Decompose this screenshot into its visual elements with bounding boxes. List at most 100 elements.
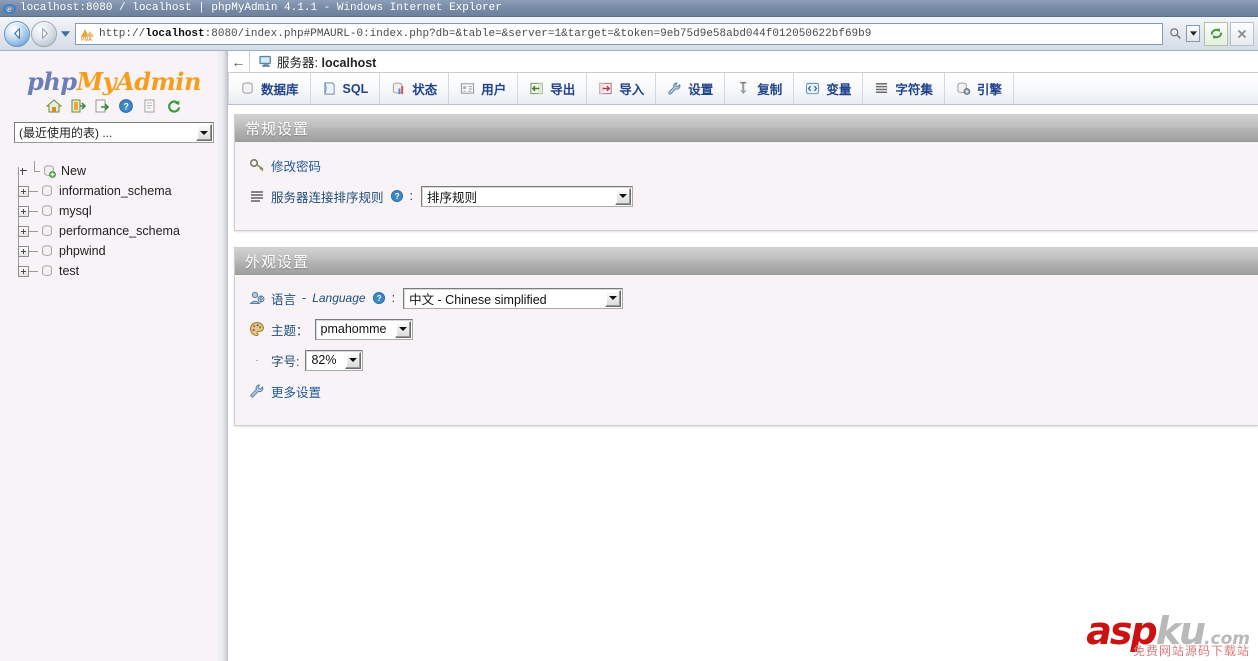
site-watermark: aspku.com 免费网站源码下载站 (1086, 612, 1250, 657)
expand-plus-icon[interactable] (18, 185, 29, 197)
tab-label: 变量 (826, 83, 852, 97)
tab-import[interactable]: 导入 (587, 73, 657, 104)
bullet-marker: · (255, 354, 259, 366)
breadcrumb-text: 服务器: localhost (277, 52, 376, 71)
address-bar[interactable]: PMA http://localhost:8080/index.php#PMAU… (75, 22, 1163, 45)
tab-charsets[interactable]: 字符集 (863, 73, 945, 104)
chevron-down-icon[interactable] (345, 351, 362, 369)
wrench-icon (249, 383, 265, 399)
panel-appearance-settings: 外观设置 语言 - Language ?: 中文 - Chinese simp… (234, 247, 1258, 426)
panel-header: 外观设置 (235, 248, 1258, 275)
new-database-icon (42, 164, 56, 178)
back-button[interactable] (4, 20, 30, 47)
colon-separator: : (391, 291, 396, 305)
svg-text:e: e (7, 4, 12, 15)
replication-icon (736, 81, 751, 96)
expand-plus-icon[interactable] (18, 205, 29, 217)
phpmyadmin-logo[interactable]: phpMyAdmin (0, 67, 228, 96)
chevron-down-icon[interactable] (196, 124, 212, 141)
database-icon (40, 224, 54, 238)
server-collation-label: 服务器连接排序规则 (271, 190, 384, 205)
more-settings-link[interactable]: 更多设置 (271, 382, 321, 401)
console-icon[interactable] (142, 98, 158, 114)
address-search-control[interactable] (1165, 24, 1200, 44)
tab-label: 状态 (412, 83, 438, 97)
tab-settings[interactable]: 设置 (656, 73, 726, 104)
database-icon (40, 264, 54, 278)
tab-label: SQL (342, 81, 369, 96)
recent-tables-select[interactable]: (最近使用的表) ... (14, 122, 214, 143)
language-value: 中文 - Chinese simplified (409, 292, 547, 307)
recent-tables-value: (最近使用的表) ... (19, 126, 113, 140)
engine-icon (956, 81, 971, 96)
forward-button[interactable] (31, 20, 57, 47)
history-dropdown-button[interactable] (58, 21, 73, 47)
import-icon (598, 81, 613, 96)
theme-select[interactable]: pmahomme (314, 318, 413, 340)
chevron-down-icon[interactable] (615, 187, 631, 205)
chevron-down-icon[interactable] (605, 289, 622, 307)
font-size-select[interactable]: 82% (305, 349, 364, 371)
tree-item-information-schema[interactable]: information_schema (12, 181, 228, 201)
tree-item-test[interactable]: test (12, 261, 228, 281)
tree-connector (29, 230, 38, 232)
tab-label: 设置 (688, 83, 714, 97)
change-password-link[interactable]: 修改密码 (271, 156, 321, 175)
panel-header: 常规设置 (235, 115, 1258, 142)
svg-text:?: ? (394, 192, 399, 201)
tab-users[interactable]: 用户 (449, 73, 519, 104)
server-collation-select[interactable]: 排序规则 (421, 185, 633, 207)
panel-general-settings: 常规设置 修改密码 服务器连接排序规则 ?: 排序规则 (234, 114, 1258, 231)
tab-engines[interactable]: 引擎 (945, 73, 1014, 104)
tab-label: 字符集 (895, 83, 933, 97)
wrench-icon (667, 81, 682, 96)
tree-item-new[interactable]: New (12, 161, 228, 181)
expand-plus-icon[interactable] (18, 225, 29, 237)
tree-item-phpwind[interactable]: phpwind (12, 241, 228, 261)
refresh-button[interactable] (1204, 21, 1228, 46)
expand-plus-icon[interactable] (18, 265, 29, 277)
search-dropdown-button[interactable] (1186, 25, 1200, 42)
tab-replication[interactable]: 复制 (725, 73, 795, 104)
tab-databases[interactable]: 数据库 (228, 73, 311, 104)
help-icon[interactable]: ? (390, 189, 404, 203)
url-prefix: http:// (99, 27, 146, 40)
tree-item-performance-schema[interactable]: performance_schema (12, 221, 228, 241)
panel-title: 常规设置 (245, 120, 310, 138)
tab-variables[interactable]: 变量 (794, 73, 864, 104)
search-icon[interactable] (1165, 24, 1185, 44)
back-arrow-icon (13, 27, 20, 40)
stop-button[interactable] (1230, 21, 1254, 46)
pma-favicon: PMA (79, 25, 95, 43)
row-change-password[interactable]: 修改密码 (249, 154, 1244, 176)
tab-export[interactable]: 导出 (518, 73, 588, 104)
row-more-settings[interactable]: 更多设置 (249, 380, 1244, 402)
stop-icon (1237, 29, 1247, 38)
collation-lines-icon (249, 188, 265, 204)
help-icon[interactable]: ? (118, 98, 134, 114)
chevron-down-icon (1189, 31, 1197, 36)
language-select[interactable]: 中文 - Chinese simplified (403, 287, 624, 309)
tab-bar-filler (1014, 73, 1258, 104)
tab-sql[interactable]: SQL (311, 73, 381, 104)
tree-item-mysql[interactable]: mysql (12, 201, 228, 221)
tab-status[interactable]: 状态 (380, 73, 450, 104)
home-icon[interactable] (45, 98, 63, 114)
svg-text:PMA: PMA (81, 37, 93, 42)
chevron-down-icon[interactable] (394, 320, 411, 338)
docs-external-icon[interactable] (94, 98, 110, 114)
tab-label: 复制 (757, 83, 783, 97)
tree-connector (29, 190, 38, 192)
server-collation-value: 排序规则 (427, 190, 478, 205)
breadcrumb-value: localhost (321, 56, 377, 70)
sql-icon (322, 81, 337, 96)
server-monitor-icon (259, 55, 273, 68)
reload-icon[interactable] (166, 98, 182, 114)
logout-icon[interactable] (70, 98, 87, 114)
history-dropdown-icon (60, 30, 71, 37)
sidebar-collapse-button[interactable]: ← (228, 51, 250, 72)
row-font-size: · 字号: 82% (249, 349, 1244, 371)
help-icon[interactable]: ? (372, 291, 386, 305)
database-tree: New information_schema mysql performance… (0, 157, 228, 281)
expand-plus-icon[interactable] (18, 245, 29, 257)
